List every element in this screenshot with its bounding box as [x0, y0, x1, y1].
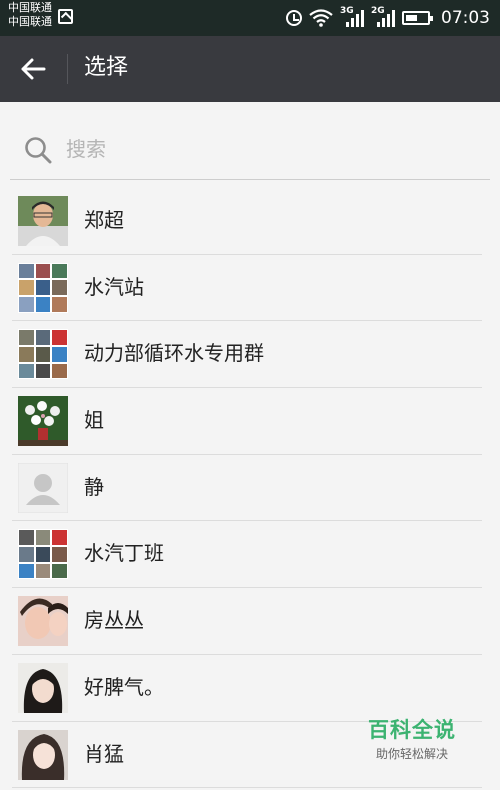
- group-avatar: [18, 329, 68, 380]
- watermark-logo: 百科全说 助你轻松解决: [356, 714, 468, 762]
- avatar: [18, 196, 68, 246]
- signal-3g-icon: 3G: [340, 6, 364, 29]
- contact-row[interactable]: 好脾气。: [0, 655, 500, 722]
- signal-2g-icon: 2G: [371, 6, 395, 29]
- group-avatar: [18, 262, 68, 313]
- contact-name: 静: [84, 474, 104, 499]
- contact-name: 水汽站: [84, 274, 144, 299]
- battery-fill: [406, 15, 417, 21]
- default-avatar: [18, 462, 68, 513]
- contact-row[interactable]: 动力部循环水专用群: [0, 321, 500, 389]
- back-button[interactable]: [16, 52, 50, 86]
- avatar: [18, 596, 68, 647]
- title-bar: 选择: [0, 36, 500, 102]
- contact-name: 姐: [84, 408, 104, 433]
- contact-row[interactable]: 水汽站: [0, 255, 500, 322]
- contact-row[interactable]: 静: [0, 455, 500, 522]
- row-divider: [12, 787, 482, 789]
- watermark-title: 百科全说: [368, 718, 456, 742]
- person-icon: [18, 462, 68, 513]
- arrow-left-icon: [21, 58, 46, 80]
- status-icons: 3G 2G 07:03: [286, 0, 490, 36]
- contact-row[interactable]: 郑超: [0, 188, 500, 255]
- contact-row[interactable]: 姐: [0, 388, 500, 455]
- status-bar: 中国联通 中国联通 3G 2G 07:03: [0, 0, 500, 36]
- search-icon: [25, 137, 52, 164]
- battery-icon: [402, 11, 433, 25]
- contact-name: 肖猛: [84, 741, 124, 766]
- carrier-2: 中国联通: [8, 15, 52, 28]
- carrier-1: 中国联通: [8, 1, 52, 14]
- contact-name: 郑超: [84, 208, 124, 232]
- carrier-labels: 中国联通 中国联通: [8, 1, 52, 29]
- status-time: 07:03: [441, 8, 490, 28]
- search-area: [0, 102, 500, 188]
- title-divider: [67, 54, 68, 84]
- contact-list: 郑超 水汽站 动力部循环水专用群 姐 静 水汽丁班 房丛丛 好脾气。 肖猛: [0, 188, 500, 789]
- avatar: [18, 662, 68, 713]
- search-input[interactable]: [66, 132, 466, 166]
- search-field[interactable]: [10, 126, 490, 180]
- avatar: [18, 396, 68, 447]
- watermark-subtitle: 助你轻松解决: [375, 747, 448, 761]
- contact-name: 水汽丁班: [84, 541, 164, 566]
- contact-name: 动力部循环水专用群: [84, 341, 264, 366]
- contact-name: 好脾气。: [84, 674, 164, 699]
- contact-row[interactable]: 房丛丛: [0, 588, 500, 655]
- alarm-icon: [286, 10, 302, 26]
- group-avatar: [18, 529, 68, 580]
- page-title: 选择: [84, 55, 129, 80]
- contact-name: 房丛丛: [84, 608, 144, 633]
- avatar: [18, 729, 68, 780]
- wifi-icon: [309, 9, 333, 27]
- image-notification-icon: [58, 9, 73, 24]
- contact-row[interactable]: 水汽丁班: [0, 521, 500, 589]
